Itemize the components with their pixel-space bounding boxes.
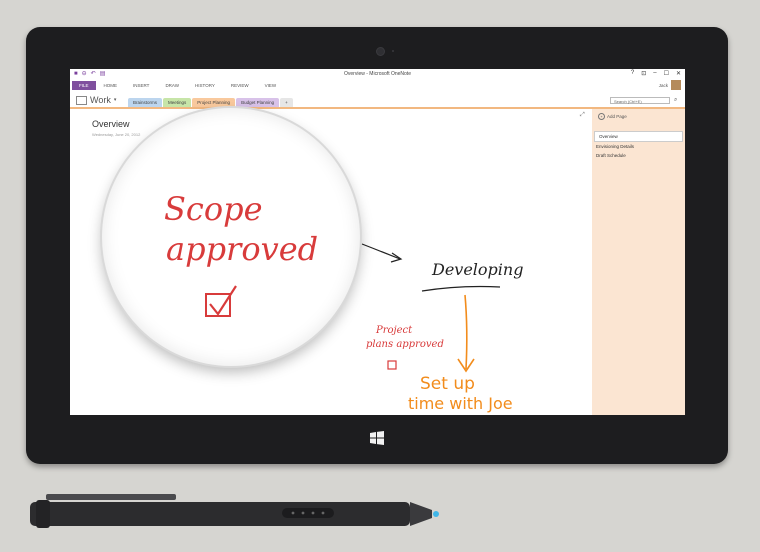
stylus-pen [30,494,439,528]
pen-tip [433,511,439,517]
pen-button [282,508,334,518]
pen-clip [46,494,176,500]
